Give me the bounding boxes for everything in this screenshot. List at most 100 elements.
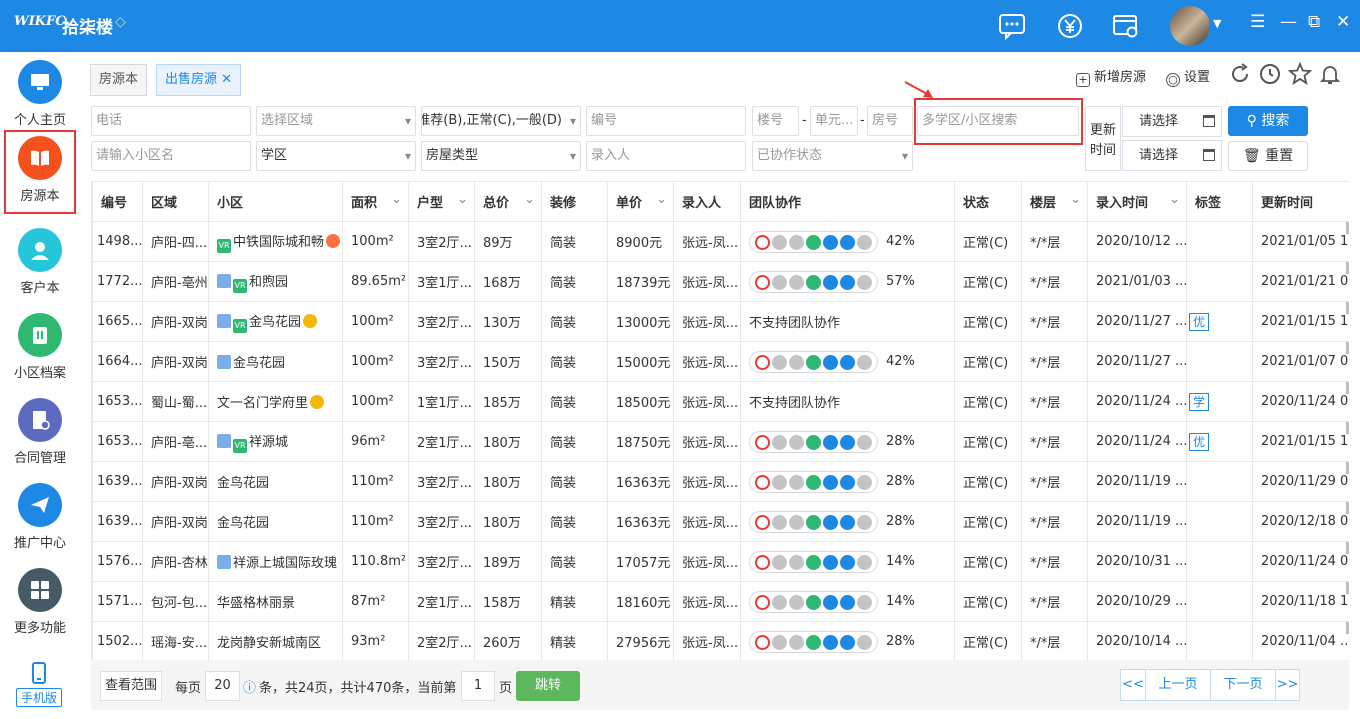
help-icon[interactable]: ⓘ <box>243 677 256 696</box>
read-badge: 已读 <box>1346 222 1349 234</box>
settings-button[interactable]: ○ 设置 <box>1166 66 1210 87</box>
coop-step-icon <box>840 354 855 370</box>
coop-icons[interactable] <box>749 550 878 573</box>
coop-icons[interactable] <box>749 350 878 373</box>
cell-unit-price: 18750元 <box>607 421 674 462</box>
col-header-entered-time[interactable]: 录入时间 ⌄ <box>1087 181 1187 222</box>
close-icon[interactable]: ✕ <box>1336 12 1350 32</box>
area-select[interactable]: 选择区域 <box>256 106 416 136</box>
restore-icon[interactable]: ⧉ <box>1308 12 1320 32</box>
cell-unit-price: 8900元 <box>607 221 674 262</box>
coop-icons[interactable] <box>749 510 878 533</box>
cell-updated-time: 2021/01/15 1已读 <box>1252 301 1349 342</box>
screen-settings-icon[interactable] <box>1110 10 1142 42</box>
cell-area: 庐阳-四... <box>142 221 209 262</box>
reset-button[interactable]: 🗑 重置 <box>1228 141 1308 171</box>
col-header-total-price[interactable]: 总价 ⌄ <box>474 181 542 222</box>
mobile-version-button[interactable]: 手机版 <box>16 660 62 708</box>
message-icon[interactable] <box>996 10 1028 42</box>
last-page-button[interactable]: >> <box>1275 669 1300 701</box>
coop-step-icon <box>823 514 838 530</box>
coop-icons[interactable] <box>749 470 878 493</box>
menu-icon[interactable]: ☰ <box>1250 12 1265 32</box>
clock-icon[interactable] <box>1258 62 1282 86</box>
user-avatar[interactable] <box>1170 6 1210 46</box>
sidebar-item-more[interactable]: 更多功能 <box>4 562 76 646</box>
send-icon <box>18 483 62 527</box>
col-header-layout[interactable]: 户型 ⌄ <box>408 181 475 222</box>
table-row[interactable]: 1498... 庐阳-四... VR 中铁国际城和畅 100m² 3室2厅... 89万 简装… <box>92 221 1349 262</box>
coop-icons[interactable] <box>749 430 878 453</box>
col-header-number[interactable]: 编号 <box>92 181 143 222</box>
coop-icons[interactable] <box>749 630 878 653</box>
col-header-size[interactable]: 面积 ⌄ <box>342 181 409 222</box>
tab-listing-book[interactable]: 房源本 <box>90 64 148 96</box>
coop-step-icon <box>823 554 838 570</box>
table-row[interactable]: 1653... 庐阳-亳... VR 祥源城 96m² 2室1厅... 180万 简装 1875… <box>92 421 1349 462</box>
minimize-icon[interactable]: — <box>1280 12 1297 32</box>
cell-number: 1639... <box>92 501 143 542</box>
cell-tag <box>1186 501 1253 542</box>
cell-area: 庐阳-双岗 <box>142 501 209 542</box>
coop-step-icon <box>806 274 821 290</box>
sidebar-item-customers[interactable]: 客户本 <box>4 222 76 306</box>
jump-button[interactable]: 跳转 <box>516 671 580 701</box>
cell-layout: 3室2厅... <box>408 301 475 342</box>
coop-icons[interactable] <box>749 230 878 253</box>
table-row[interactable]: 1502... 瑶海-安... 龙岗静安新城南区 93m² 2室2厅... 260万 精装 2… <box>92 621 1349 660</box>
tab-for-sale[interactable]: 出售房源 ✕ <box>156 64 242 96</box>
current-page-input[interactable]: 1 <box>461 671 495 701</box>
first-page-button[interactable]: << <box>1120 669 1146 701</box>
cell-total-price: 158万 <box>474 581 542 622</box>
update-time-end[interactable]: 请选择 <box>1122 140 1222 171</box>
coop-step-icon <box>857 434 872 450</box>
cooperation-status-select[interactable]: 已协作状态 <box>752 141 913 171</box>
sidebar-item-contracts[interactable]: 合同管理 <box>4 392 76 476</box>
table-row[interactable]: 1639... 庐阳-双岗 金鸟花园 110m² 3室2厅... 180万 简装 16363元… <box>92 501 1349 542</box>
number-input[interactable]: 编号 <box>586 106 746 136</box>
table-row[interactable]: 1571... 包河-包... 华盛格林丽景 87m² 2室1厅... 158万 精装 181… <box>92 581 1349 622</box>
update-time-start[interactable]: 请选择 <box>1122 106 1222 137</box>
label-tag: 优 <box>1189 432 1210 451</box>
table-row[interactable]: 1665... 庐阳-双岗 VR 金鸟花园 100m² 3室2厅... 130万 简装 1300… <box>92 301 1349 342</box>
sidebar-item-community-archive[interactable]: 小区档案 <box>4 307 76 391</box>
refresh-icon[interactable] <box>1228 62 1252 86</box>
listing-table: 编号 区域 小区 面积 ⌄ 户型 ⌄ 总价 ⌄ 装修 单价 ⌄ 录入人 团队协作 状态 … <box>91 181 1349 660</box>
room-number-input[interactable]: 房号 <box>867 106 913 136</box>
cell-updated-time: 2021/01/15 1已读 <box>1252 421 1349 462</box>
col-header-unit-price[interactable]: 单价 ⌄ <box>607 181 674 222</box>
school-district-select[interactable]: 学区 <box>256 141 416 171</box>
next-page-button[interactable]: 下一页 <box>1210 669 1276 701</box>
search-button[interactable]: ⚲ 搜索 <box>1228 106 1308 136</box>
view-range-button[interactable]: 查看范围 <box>100 671 162 701</box>
house-type-select[interactable]: 房屋类型 <box>421 141 581 171</box>
sidebar-item-home[interactable]: 个人主页 <box>4 54 76 138</box>
col-header-floor[interactable]: 楼层 ⌄ <box>1021 181 1088 222</box>
coop-icons[interactable] <box>749 590 878 613</box>
table-row[interactable]: 1576... 庐阳-杏林 祥源上城国际玫瑰 110.8m² 3室2厅... 189万 简装… <box>92 541 1349 582</box>
enterer-input[interactable]: 录入人 <box>586 141 746 171</box>
coop-icons[interactable] <box>749 270 878 293</box>
cell-community: VR 祥源城 <box>208 421 343 462</box>
add-listing-button[interactable]: + 新增房源 <box>1076 66 1146 87</box>
building-number-input[interactable]: 楼号 <box>752 106 799 136</box>
cell-status: 正常(C) <box>954 221 1022 262</box>
tab-close-icon[interactable]: ✕ <box>221 72 232 87</box>
sidebar-item-promotion[interactable]: 推广中心 <box>4 477 76 561</box>
table-row[interactable]: 1653... 蜀山-蜀... 文一名门学府里 100m² 1室1厅... 185万 简装 1… <box>92 381 1349 422</box>
star-icon[interactable] <box>1288 62 1312 86</box>
unit-input[interactable]: 单元... <box>810 106 858 136</box>
avatar-chevron-down-icon[interactable]: ▼ <box>1213 17 1221 30</box>
community-name-input[interactable]: 请输入小区名 <box>91 141 251 171</box>
yuan-coin-icon[interactable] <box>1054 10 1086 42</box>
table-row[interactable]: 1772... 庐阳-亳州 VR 和煦园 89.65m² 3室1厅... 168万 简装 187… <box>92 261 1349 302</box>
sidebar-item-listings[interactable]: 房源本 <box>4 130 76 214</box>
table-row[interactable]: 1639... 庐阳-双岗 金鸟花园 110m² 3室2厅... 180万 简装 16363元… <box>92 461 1349 502</box>
recommend-level-select[interactable]: 推荐(B),正常(C),一般(D) <box>421 106 581 136</box>
table-row[interactable]: 1664... 庐阳-双岗 金鸟花园 100m² 3室2厅... 150万 简装 15000元… <box>92 341 1349 382</box>
bell-icon[interactable] <box>1318 62 1342 86</box>
prev-page-button[interactable]: 上一页 <box>1145 669 1211 701</box>
per-page-input[interactable]: 20 <box>205 671 240 701</box>
phone-input[interactable]: 电话 <box>91 106 251 136</box>
col-header-updated-time[interactable]: 更新时间⌄ <box>1252 181 1349 222</box>
